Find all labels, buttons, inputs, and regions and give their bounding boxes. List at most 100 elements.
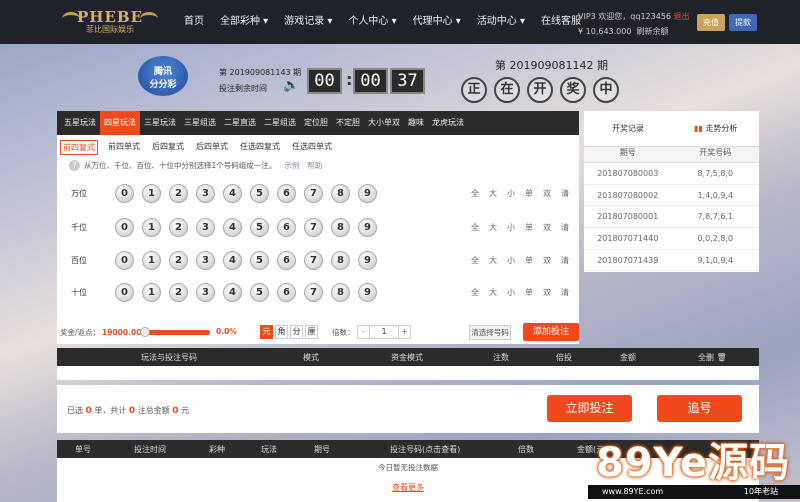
digit-ball[interactable]: 9: [358, 251, 377, 270]
bet-now-button[interactable]: 立即投注: [547, 395, 632, 422]
digit-ball[interactable]: 3: [196, 283, 215, 302]
select-all-button[interactable]: 全: [471, 287, 479, 298]
nav-personal-center[interactable]: 个人中心 ▾: [340, 0, 404, 44]
chase-button[interactable]: 追号: [657, 395, 742, 422]
tab-two-star-group[interactable]: 二星组选: [260, 111, 300, 135]
withdraw-button[interactable]: 提款: [729, 14, 757, 31]
logout-link[interactable]: 退出: [674, 12, 690, 21]
digit-ball[interactable]: 4: [223, 251, 242, 270]
nav-game-records[interactable]: 游戏记录 ▾: [276, 0, 340, 44]
digit-ball[interactable]: 8: [331, 184, 350, 203]
multiplier-plus-button[interactable]: +: [398, 325, 411, 339]
unit-jiao[interactable]: 角: [275, 325, 288, 339]
digit-ball[interactable]: 1: [142, 218, 161, 237]
tab-big-small[interactable]: 大小单双: [364, 111, 404, 135]
select-small-button[interactable]: 小: [507, 222, 515, 233]
select-odd-button[interactable]: 单: [525, 255, 533, 266]
digit-ball[interactable]: 7: [304, 218, 323, 237]
select-even-button[interactable]: 双: [543, 255, 551, 266]
select-clear-button[interactable]: 清: [561, 188, 569, 199]
charge-button[interactable]: 充值: [697, 14, 725, 31]
digit-ball[interactable]: 5: [250, 184, 269, 203]
select-even-button[interactable]: 双: [543, 188, 551, 199]
select-even-button[interactable]: 双: [543, 222, 551, 233]
digit-ball[interactable]: 6: [277, 251, 296, 270]
digit-ball[interactable]: 1: [142, 184, 161, 203]
digit-ball[interactable]: 8: [331, 218, 350, 237]
digit-ball[interactable]: 6: [277, 184, 296, 203]
nav-home[interactable]: 首页: [176, 0, 212, 44]
digit-ball[interactable]: 2: [169, 218, 188, 237]
digit-ball[interactable]: 8: [331, 251, 350, 270]
subtab-back-four-single[interactable]: 后四单式: [194, 140, 230, 155]
tab-three-star-group[interactable]: 三星组选: [180, 111, 220, 135]
digit-ball[interactable]: 3: [196, 184, 215, 203]
digit-ball[interactable]: 8: [331, 283, 350, 302]
subtab-any-four-multi[interactable]: 任选四复式: [238, 140, 282, 155]
tab-fun[interactable]: 趣味: [404, 111, 428, 135]
select-big-button[interactable]: 大: [489, 255, 497, 266]
speaker-icon[interactable]: 🔊: [283, 78, 299, 93]
subtab-any-four-single[interactable]: 任选四单式: [290, 140, 334, 155]
digit-ball[interactable]: 0: [115, 251, 134, 270]
digit-ball[interactable]: 5: [250, 218, 269, 237]
select-clear-button[interactable]: 清: [561, 222, 569, 233]
tab-position[interactable]: 定位胆: [300, 111, 332, 135]
digit-ball[interactable]: 0: [115, 218, 134, 237]
history-title[interactable]: 开奖记录: [612, 123, 644, 134]
select-all-button[interactable]: 全: [471, 222, 479, 233]
digit-ball[interactable]: 9: [358, 283, 377, 302]
subtab-back-four-multi[interactable]: 后四复式: [150, 140, 186, 155]
nav-activities[interactable]: 活动中心 ▾: [469, 0, 533, 44]
tab-five-star[interactable]: 五星玩法: [60, 111, 100, 135]
refresh-balance-link[interactable]: 刷新余额: [637, 27, 669, 36]
digit-ball[interactable]: 6: [277, 218, 296, 237]
tab-dragon-tiger[interactable]: 龙虎玩法: [428, 111, 468, 135]
rebate-slider-handle[interactable]: [140, 327, 150, 337]
select-small-button[interactable]: 小: [507, 287, 515, 298]
select-odd-button[interactable]: 单: [525, 188, 533, 199]
site-logo[interactable]: PHEBE 菲比国际娱乐: [62, 6, 158, 38]
digit-ball[interactable]: 2: [169, 184, 188, 203]
select-odd-button[interactable]: 单: [525, 222, 533, 233]
delete-all-button[interactable]: 全删 🗑: [698, 352, 727, 363]
digit-ball[interactable]: 7: [304, 251, 323, 270]
unit-fen[interactable]: 分: [290, 325, 303, 339]
digit-ball[interactable]: 2: [169, 251, 188, 270]
subtab-front-four-single[interactable]: 前四单式: [106, 140, 142, 155]
tab-two-star-direct[interactable]: 二星直选: [220, 111, 260, 135]
digit-ball[interactable]: 5: [250, 283, 269, 302]
select-small-button[interactable]: 小: [507, 255, 515, 266]
select-big-button[interactable]: 大: [489, 188, 497, 199]
tab-three-star[interactable]: 三星玩法: [140, 111, 180, 135]
digit-ball[interactable]: 0: [115, 184, 134, 203]
digit-ball[interactable]: 0: [115, 283, 134, 302]
digit-ball[interactable]: 1: [142, 251, 161, 270]
digit-ball[interactable]: 2: [169, 283, 188, 302]
multiplier-input[interactable]: 1: [370, 325, 398, 339]
digit-ball[interactable]: 3: [196, 218, 215, 237]
help-link[interactable]: 帮助: [307, 160, 322, 171]
digit-ball[interactable]: 9: [358, 218, 377, 237]
select-even-button[interactable]: 双: [543, 287, 551, 298]
multiplier-minus-button[interactable]: -: [357, 325, 370, 339]
select-small-button[interactable]: 小: [507, 188, 515, 199]
rebate-slider[interactable]: [142, 330, 210, 335]
unit-yuan[interactable]: 元: [260, 325, 273, 339]
example-link[interactable]: 示例: [284, 160, 299, 171]
add-bet-button[interactable]: 添加投注: [523, 323, 579, 341]
digit-ball[interactable]: 3: [196, 251, 215, 270]
digit-ball[interactable]: 9: [358, 184, 377, 203]
trend-link[interactable]: ▮▮ 走势分析: [694, 123, 737, 134]
digit-ball[interactable]: 5: [250, 251, 269, 270]
select-all-button[interactable]: 全: [471, 255, 479, 266]
tab-four-star[interactable]: 四星玩法: [100, 111, 140, 135]
select-clear-button[interactable]: 清: [561, 255, 569, 266]
digit-ball[interactable]: 7: [304, 283, 323, 302]
select-big-button[interactable]: 大: [489, 287, 497, 298]
unit-li[interactable]: 厘: [305, 325, 318, 339]
nav-agent-center[interactable]: 代理中心 ▾: [405, 0, 469, 44]
select-all-button[interactable]: 全: [471, 188, 479, 199]
digit-ball[interactable]: 4: [223, 184, 242, 203]
select-big-button[interactable]: 大: [489, 222, 497, 233]
